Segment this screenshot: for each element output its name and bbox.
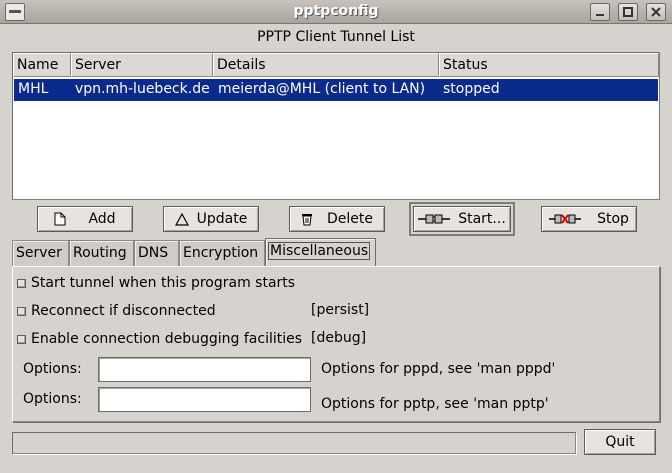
tunnel-list[interactable]: Name Server Details Status MHL vpn.mh-lu…	[12, 52, 660, 200]
debug-option-label: [debug]	[311, 330, 367, 346]
status-bar	[12, 432, 576, 454]
tab-dns[interactable]: DNS	[134, 240, 179, 267]
minimize-button[interactable]	[590, 3, 610, 21]
pppd-options-input[interactable]	[98, 357, 311, 382]
reconnect-checkbox[interactable]	[17, 306, 26, 316]
window-title: pptpconfig	[293, 3, 379, 19]
column-header-details[interactable]: Details	[213, 53, 439, 77]
reconnect-label: Reconnect if disconnected	[31, 303, 216, 319]
disconnect-plug-icon	[549, 214, 582, 224]
start-tunnel-label: Start tunnel when this program starts	[31, 275, 296, 291]
persist-option-label: [persist]	[311, 302, 370, 318]
stop-button-label: Stop	[597, 211, 629, 227]
start-tunnel-checkbox[interactable]	[17, 278, 26, 288]
delete-button[interactable]: Delete	[289, 206, 385, 232]
tunnel-list-caption: PPTP Client Tunnel List	[257, 29, 415, 45]
row-server: vpn.mh-luebeck.de	[75, 81, 210, 97]
pptp-options-label: Options:	[23, 391, 82, 407]
quit-button[interactable]: Quit	[584, 429, 656, 455]
debug-checkbox-row[interactable]: Enable connection debugging facilities	[17, 329, 302, 349]
pppd-options-hint: Options for pppd, see 'man pppd'	[321, 361, 556, 377]
row-details: meierda@MHL (client to LAN)	[218, 81, 426, 97]
start-button-label: Start...	[458, 211, 506, 227]
pptp-options-hint: Options for pptp, see 'man pptp'	[321, 396, 549, 412]
debug-checkbox[interactable]	[17, 334, 26, 344]
delete-button-label: Delete	[327, 211, 373, 227]
title-bar[interactable]: pptpconfig	[0, 0, 672, 24]
triangle-icon	[174, 212, 189, 226]
close-button[interactable]	[646, 3, 666, 21]
trash-icon	[302, 214, 312, 226]
row-status: stopped	[443, 81, 500, 97]
new-document-icon	[54, 212, 66, 226]
tab-miscellaneous-label: Miscellaneous	[267, 242, 371, 260]
start-button[interactable]: Start...	[409, 202, 515, 236]
maximize-button[interactable]	[618, 3, 638, 21]
tab-routing[interactable]: Routing	[69, 240, 134, 267]
column-header-status[interactable]: Status	[439, 53, 659, 77]
add-button-label: Add	[88, 211, 116, 227]
minimize-icon	[596, 14, 604, 16]
quit-button-label: Quit	[605, 434, 635, 450]
column-header-name[interactable]: Name	[13, 53, 71, 77]
tab-server[interactable]: Server	[12, 240, 69, 267]
tab-miscellaneous[interactable]: Miscellaneous	[265, 238, 376, 267]
connect-plug-icon	[418, 214, 451, 224]
stop-button[interactable]: Stop	[541, 206, 637, 232]
column-header-server[interactable]: Server	[71, 53, 213, 77]
pppd-options-label: Options:	[23, 361, 82, 377]
start-tunnel-checkbox-row[interactable]: Start tunnel when this program starts	[17, 273, 295, 293]
close-icon	[651, 7, 661, 17]
reconnect-checkbox-row[interactable]: Reconnect if disconnected	[17, 301, 216, 321]
tab-encryption[interactable]: Encryption	[179, 240, 265, 267]
row-name: MHL	[18, 81, 49, 97]
table-row[interactable]: MHL vpn.mh-luebeck.de meierda@MHL (clien…	[14, 79, 658, 101]
add-button[interactable]: Add	[37, 206, 133, 232]
update-button-label: Update	[196, 211, 248, 227]
maximize-icon	[623, 7, 633, 17]
debug-label: Enable connection debugging facilities	[31, 331, 303, 347]
pptp-options-input[interactable]	[98, 387, 311, 412]
update-button[interactable]: Update	[163, 206, 259, 232]
